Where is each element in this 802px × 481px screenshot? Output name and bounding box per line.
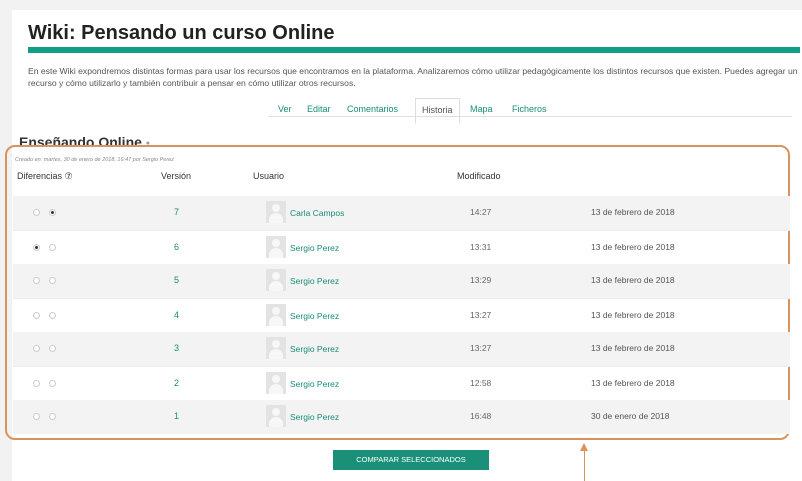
tab-ver[interactable]: Ver	[278, 104, 292, 114]
avatar	[266, 405, 286, 427]
version-link[interactable]: 2	[174, 378, 179, 388]
user-link[interactable]: Sergio Perez	[290, 276, 339, 286]
tab-mapa[interactable]: Mapa	[470, 104, 493, 114]
user-link[interactable]: Sergio Perez	[290, 311, 339, 321]
modified-time: 13:27	[470, 310, 492, 320]
wiki-tabs: Ver Editar Comentarios Historia Mapa Fic…	[12, 96, 802, 127]
user-link[interactable]: Sergio Perez	[290, 412, 339, 422]
tabs-divider	[268, 116, 792, 117]
compare-selected-button[interactable]: COMPARAR SELECCIONADOS	[333, 450, 489, 470]
created-note: Creado en: martes, 30 de enero de 2018, …	[15, 157, 174, 163]
tab-historia[interactable]: Historia	[415, 98, 460, 124]
diff-to-radio[interactable]	[49, 380, 56, 387]
table-row: 2 Sergio Perez 12:58 13 de febrero de 20…	[13, 366, 790, 400]
diff-from-radio[interactable]	[33, 345, 40, 352]
diff-from-radio[interactable]	[33, 244, 40, 251]
table-row: 4 Sergio Perez 13:27 13 de febrero de 20…	[13, 298, 790, 332]
avatar	[266, 269, 286, 291]
modified-date: 13 de febrero de 2018	[591, 310, 675, 320]
modified-time: 13:29	[470, 275, 492, 285]
modified-time: 16:48	[470, 411, 492, 421]
diff-to-radio[interactable]	[49, 312, 56, 319]
user-link[interactable]: Sergio Perez	[290, 379, 339, 389]
modified-date: 13 de febrero de 2018	[591, 242, 675, 252]
avatar	[266, 236, 286, 258]
tab-editar[interactable]: Editar	[307, 104, 331, 114]
avatar	[266, 304, 286, 326]
table-row: 5 Sergio Perez 13:29 13 de febrero de 20…	[13, 264, 790, 298]
header-diferencias: Diferencias ⑦	[17, 171, 73, 181]
table-row: 1 Sergio Perez 16:48 30 de enero de 2018	[13, 400, 790, 434]
annotation-arrow-line	[584, 451, 585, 481]
version-link[interactable]: 1	[174, 411, 179, 421]
diff-to-radio[interactable]	[49, 277, 56, 284]
version-link[interactable]: 4	[174, 310, 179, 320]
modified-date: 30 de enero de 2018	[591, 411, 670, 421]
user-link[interactable]: Carla Campos	[290, 208, 344, 218]
user-link[interactable]: Sergio Perez	[290, 344, 339, 354]
diff-from-radio[interactable]	[33, 209, 40, 216]
avatar	[266, 372, 286, 394]
page-title: Wiki: Pensando un curso Online	[28, 22, 335, 44]
diff-from-radio[interactable]	[33, 380, 40, 387]
header-version: Versión	[161, 171, 192, 181]
header-modificado[interactable]: Modificado	[457, 171, 501, 181]
tab-ficheros[interactable]: Ficheros	[512, 104, 547, 114]
diff-to-radio[interactable]	[49, 345, 56, 352]
modified-time: 14:27	[470, 207, 492, 217]
table-row: 6 Sergio Perez 13:31 13 de febrero de 20…	[13, 230, 790, 264]
tab-comentarios[interactable]: Comentarios	[347, 104, 398, 114]
avatar	[266, 337, 286, 359]
user-link[interactable]: Sergio Perez	[290, 243, 339, 253]
avatar	[266, 201, 286, 223]
version-link[interactable]: 5	[174, 275, 179, 285]
modified-time: 13:27	[470, 343, 492, 353]
modified-date: 13 de febrero de 2018	[591, 378, 675, 388]
diff-to-radio[interactable]	[49, 209, 56, 216]
modified-date: 13 de febrero de 2018	[591, 207, 675, 217]
wiki-intro: En este Wiki expondremos distintas forma…	[28, 66, 798, 88]
table-row: 3 Sergio Perez 13:27 13 de febrero de 20…	[13, 332, 790, 366]
modified-time: 13:31	[470, 242, 492, 252]
diff-to-radio[interactable]	[49, 413, 56, 420]
version-link[interactable]: 7	[174, 207, 179, 217]
annotation-arrow-head	[580, 443, 588, 451]
version-link[interactable]: 6	[174, 242, 179, 252]
version-link[interactable]: 3	[174, 343, 179, 353]
diff-from-radio[interactable]	[33, 277, 40, 284]
diff-to-radio[interactable]	[49, 244, 56, 251]
diff-from-radio[interactable]	[33, 312, 40, 319]
diff-from-radio[interactable]	[33, 413, 40, 420]
modified-time: 12:58	[470, 378, 492, 388]
header-usuario[interactable]: Usuario	[253, 171, 284, 181]
modified-date: 13 de febrero de 2018	[591, 275, 675, 285]
table-row: 7 Carla Campos 14:27 13 de febrero de 20…	[13, 196, 790, 230]
title-accent-bar	[28, 47, 800, 53]
modified-date: 13 de febrero de 2018	[591, 343, 675, 353]
